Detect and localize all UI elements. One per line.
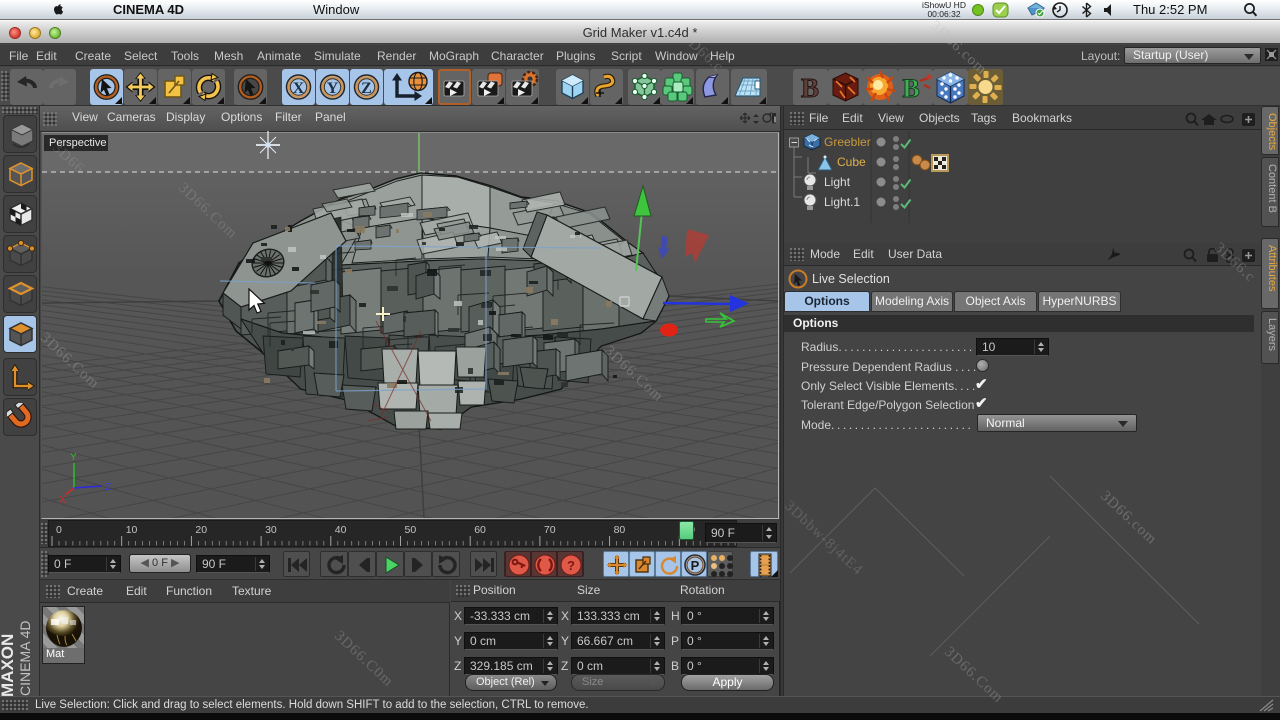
svg-text:Z: Z <box>361 80 372 97</box>
svg-text:P: P <box>691 558 700 573</box>
svg-text:30: 30 <box>265 524 277 536</box>
svg-text:Y: Y <box>70 452 77 463</box>
svg-text:Cube: Cube <box>837 155 866 169</box>
svg-text:Y: Y <box>327 80 339 97</box>
svg-text:70: 70 <box>544 524 556 536</box>
svg-text:Greebler: Greebler <box>824 135 871 149</box>
svg-text:60: 60 <box>474 524 486 536</box>
svg-text:B: B <box>801 73 819 103</box>
svg-text:50: 50 <box>405 524 417 536</box>
svg-text:10: 10 <box>126 524 138 536</box>
svg-text:20: 20 <box>195 524 207 536</box>
svg-text:Light: Light <box>824 175 851 189</box>
svg-text:?: ? <box>567 558 575 573</box>
svg-text:X: X <box>293 80 305 97</box>
svg-text:80: 80 <box>614 524 626 536</box>
svg-text:0: 0 <box>56 524 62 536</box>
svg-text:Z: Z <box>105 482 111 493</box>
svg-text:Light.1: Light.1 <box>824 195 860 209</box>
svg-text:40: 40 <box>335 524 347 536</box>
svg-text:X: X <box>59 495 66 506</box>
svg-text:B: B <box>902 74 919 103</box>
